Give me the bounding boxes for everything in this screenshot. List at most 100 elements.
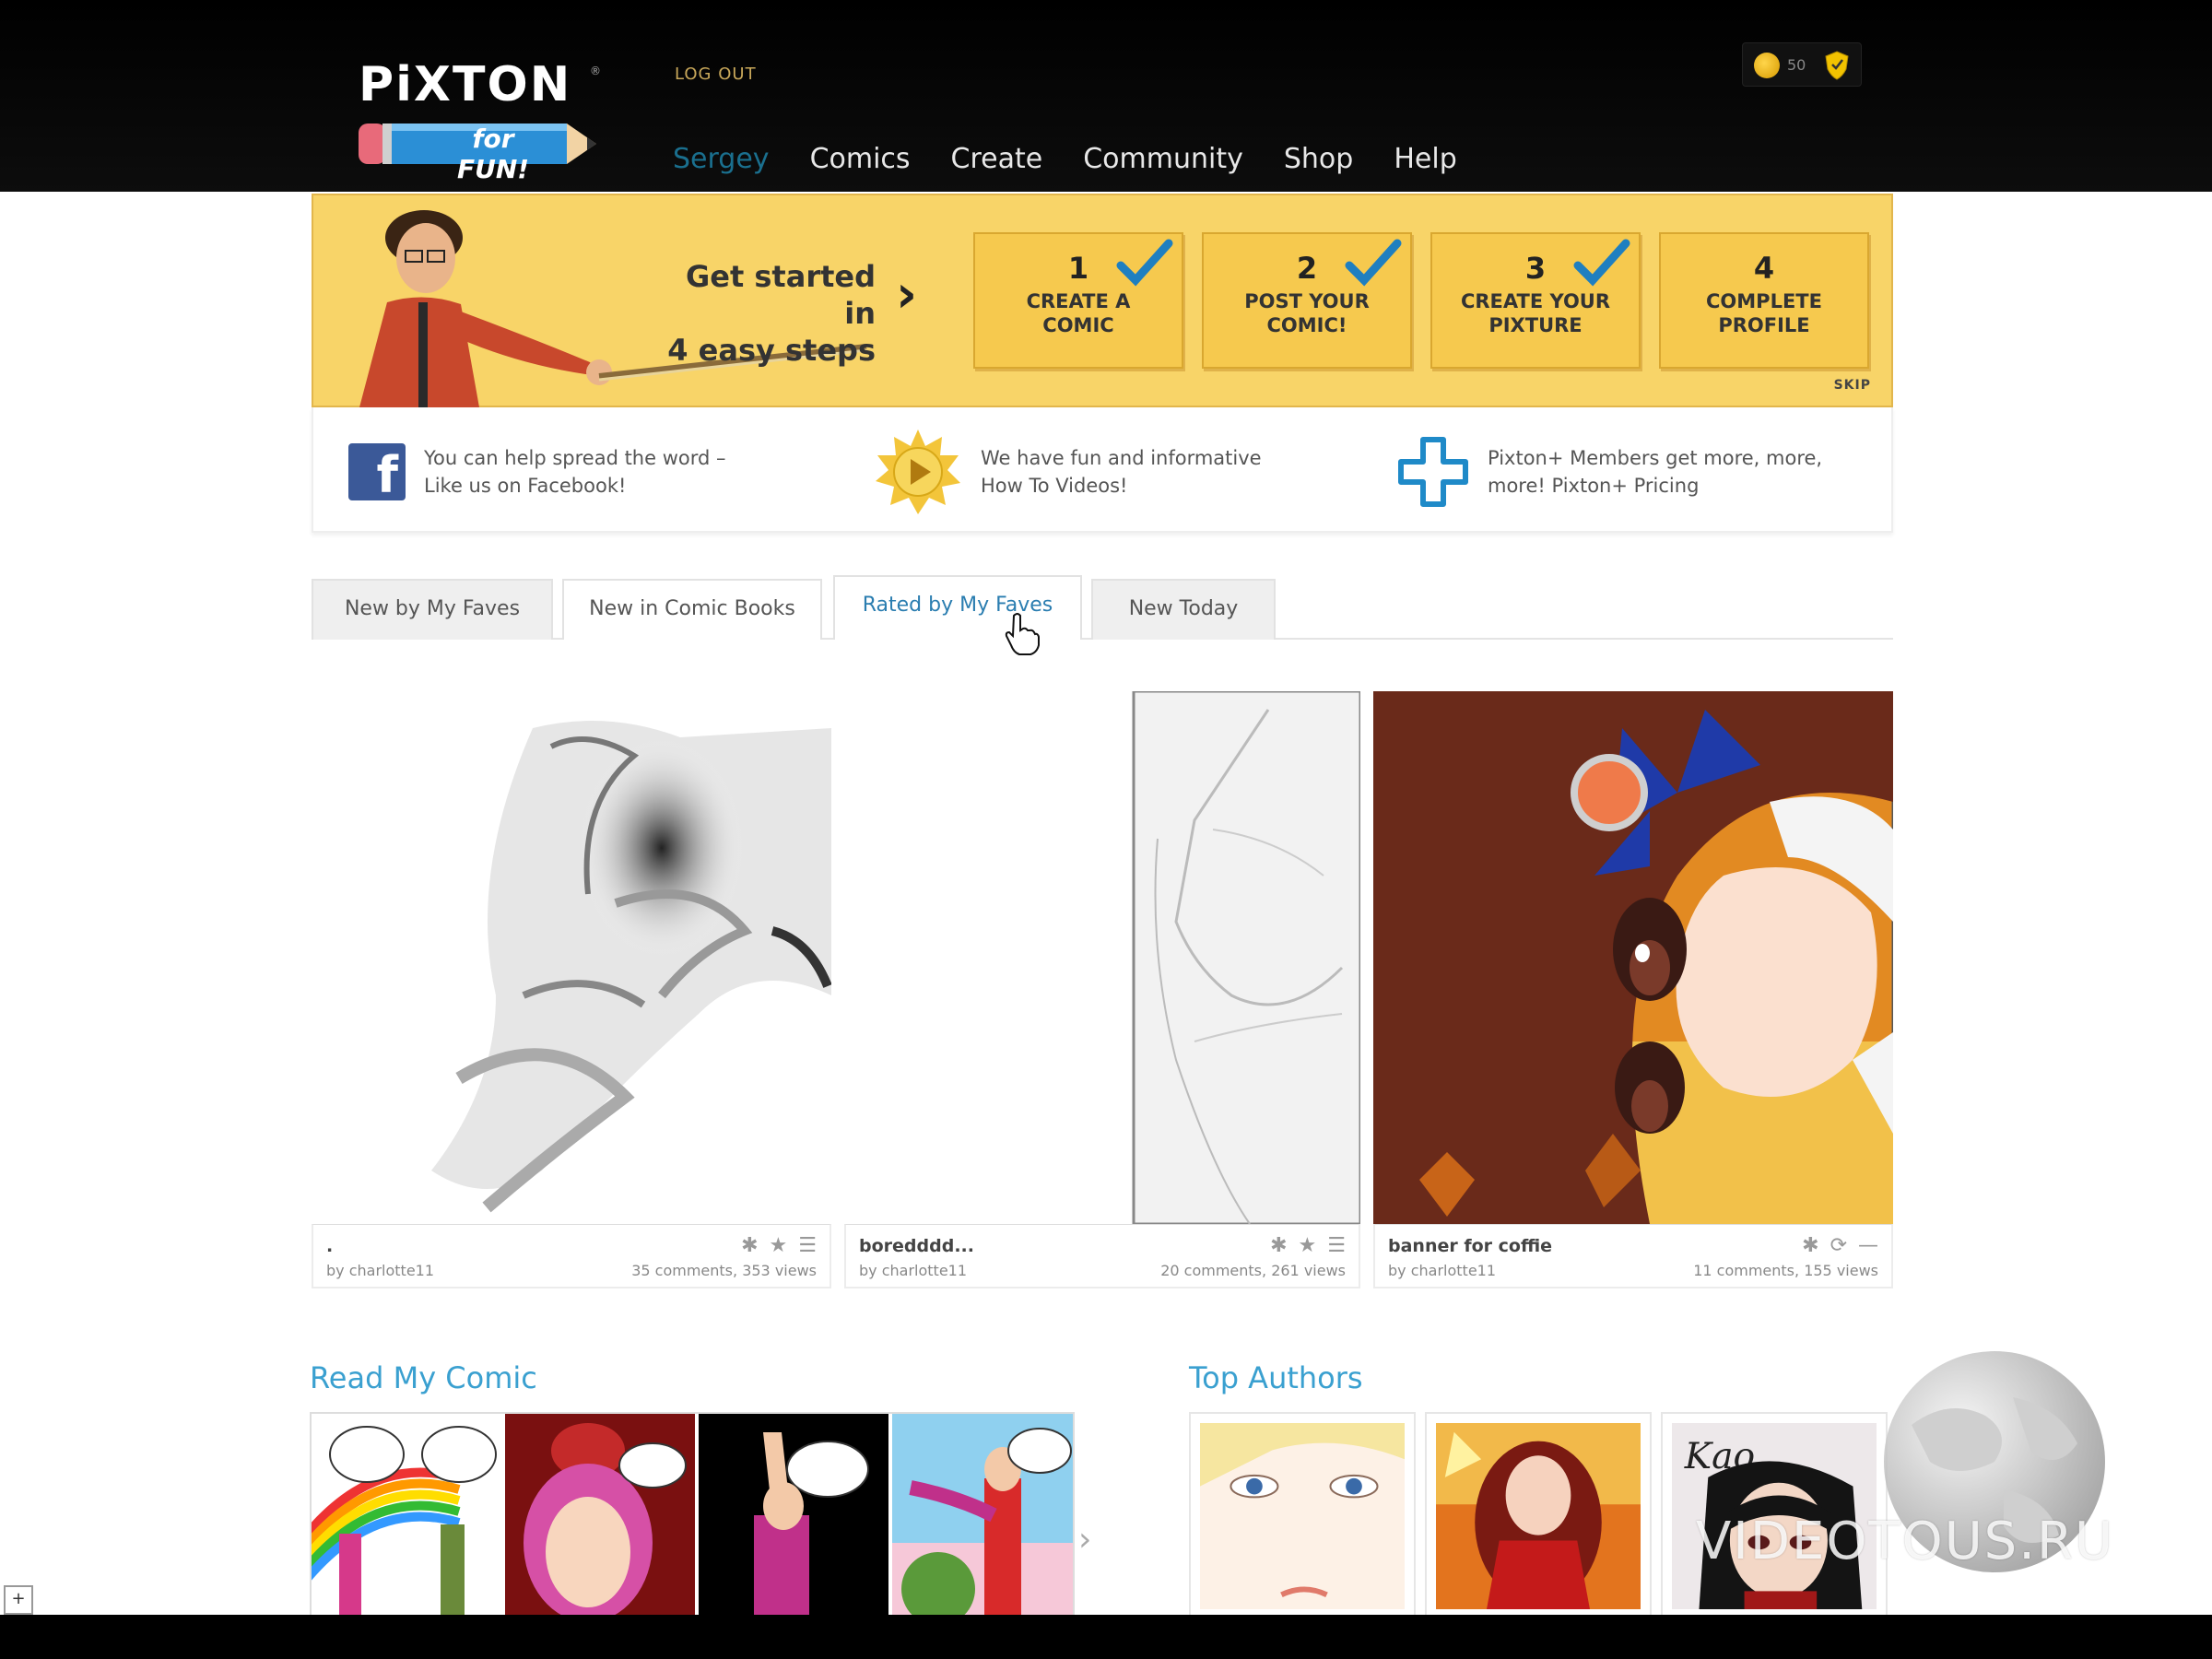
tab-new-today[interactable]: New Today [1091, 579, 1276, 640]
videos-promo[interactable]: We have fun and informative How To Video… [874, 429, 1262, 514]
steps-heading-line1: Get started in [685, 259, 876, 331]
nav-item-create[interactable]: Create [951, 143, 1043, 175]
top-author-card[interactable] [1425, 1412, 1652, 1620]
comic-stats: 11 comments, 155 views [1693, 1262, 1878, 1279]
comic-actions: ✱ ⟳ — [1802, 1234, 1878, 1257]
videos-promo-line1: We have fun and informative [981, 447, 1262, 469]
nav-item-community[interactable]: Community [1083, 143, 1243, 175]
facebook-promo[interactable]: f You can help spread the word – Like us… [348, 435, 726, 509]
points-count: 50 [1787, 56, 1806, 74]
feed-tabs: New by My Faves New in Comic Books Rated… [312, 575, 1893, 640]
chevron-right-icon: › [896, 265, 918, 324]
chevron-right-icon[interactable]: › [1078, 1521, 1091, 1559]
step-label: POST YOUR COMIC! [1204, 289, 1410, 337]
comic-thumbnail [844, 691, 1360, 1224]
step-label: COMPLETE PROFILE [1661, 289, 1867, 337]
checkmark-icon [1573, 239, 1630, 287]
step-3-create-pixture[interactable]: 3 CREATE YOUR PIXTURE [1430, 232, 1641, 369]
comic-actions: ✱ ★ ☰ [1270, 1234, 1346, 1257]
comic-actions: ✱ ★ ☰ [741, 1234, 817, 1257]
logout-link[interactable]: LOG OUT [675, 65, 757, 84]
tab-new-by-my-faves[interactable]: New by My Faves [312, 579, 553, 640]
favorite-star-icon[interactable]: ★ [770, 1234, 788, 1257]
comic-stats: 35 comments, 353 views [631, 1262, 817, 1279]
featured-comic-card[interactable]: . by charlotte11 ✱ ★ ☰ 35 comments, 353 … [312, 691, 831, 1288]
main-nav: Sergey Comics Create Community Shop Help [673, 143, 1457, 175]
minus-icon[interactable]: — [1858, 1234, 1878, 1257]
top-author-card[interactable] [1189, 1412, 1416, 1620]
step-label-line2: PROFILE [1718, 314, 1810, 336]
step-label-line2: PIXTURE [1488, 314, 1583, 336]
pixton-plus-promo-line2: more! Pixton+ Pricing [1488, 475, 1700, 497]
read-my-comic-heading[interactable]: Read My Comic [310, 1360, 537, 1395]
comic-meta: banner for coffie by charlotte11 ✱ ⟳ — 1… [1373, 1224, 1893, 1288]
shield-icon [1825, 51, 1849, 80]
tab-new-in-comic-books[interactable]: New in Comic Books [562, 579, 822, 640]
comic-thumbnail [312, 691, 831, 1224]
step-label: CREATE A COMIC [975, 289, 1182, 337]
step-1-create-comic[interactable]: 1 CREATE A COMIC [973, 232, 1183, 369]
top-authors-heading[interactable]: Top Authors [1189, 1360, 1363, 1395]
facebook-promo-text: You can help spread the word – Like us o… [424, 444, 726, 500]
points-widget[interactable]: 50 [1742, 42, 1862, 87]
nav-item-comics[interactable]: Comics [810, 143, 911, 175]
step-4-complete-profile[interactable]: 4 COMPLETE PROFILE [1659, 232, 1869, 369]
list-icon[interactable]: ☰ [798, 1234, 817, 1257]
pixton-plus-promo-text: Pixton+ Members get more, more, more! Pi… [1488, 444, 1822, 500]
favorite-star-icon[interactable]: ★ [1299, 1234, 1317, 1257]
comic-title[interactable]: banner for coffie [1388, 1236, 1552, 1256]
coin-icon [1754, 53, 1780, 78]
comic-author[interactable]: by charlotte11 [326, 1262, 434, 1279]
steps-heading: Get started in 4 easy steps [654, 258, 876, 369]
author-avatar [1436, 1423, 1641, 1609]
featured-comic-card[interactable]: boredddd... by charlotte11 ✱ ★ ☰ 20 comm… [844, 691, 1360, 1288]
top-header: PiXTON ® for FUN! LOG OUT Sergey Comics … [0, 0, 2212, 192]
pixton-logo[interactable]: PiXTON ® for FUN! [355, 57, 604, 184]
nav-item-shop[interactable]: Shop [1284, 143, 1353, 175]
tab-rated-by-my-faves[interactable]: Rated by My Faves [833, 575, 1082, 640]
comic-author[interactable]: by charlotte11 [859, 1262, 967, 1279]
plus-icon [1398, 437, 1468, 507]
bottom-letterbox-bar [0, 1615, 2212, 1659]
comic-meta: boredddd... by charlotte11 ✱ ★ ☰ 20 comm… [844, 1224, 1360, 1288]
comic-strip-panels [312, 1414, 1073, 1618]
pixton-plus-promo[interactable]: Pixton+ Members get more, more, more! Pi… [1397, 435, 1822, 509]
step-2-post-comic[interactable]: 2 POST YOUR COMIC! [1202, 232, 1412, 369]
comic-strip-preview[interactable] [310, 1412, 1075, 1620]
facebook-promo-line2: Like us on Facebook! [424, 475, 627, 497]
star-outline-icon[interactable]: ✱ [1270, 1234, 1287, 1257]
comic-author[interactable]: by charlotte11 [1388, 1262, 1496, 1279]
star-outline-icon[interactable]: ✱ [741, 1234, 758, 1257]
promo-info-row: f You can help spread the word – Like us… [312, 407, 1893, 533]
featured-comic-card[interactable]: banner for coffie by charlotte11 ✱ ⟳ — 1… [1373, 691, 1893, 1288]
hand-cursor-icon [1005, 613, 1040, 655]
nav-item-help[interactable]: Help [1394, 143, 1456, 175]
play-video-icon [876, 429, 960, 514]
steps-heading-line2: 4 easy steps [667, 333, 876, 368]
skip-link[interactable]: SKIP [1834, 378, 1871, 393]
list-icon[interactable]: ☰ [1327, 1234, 1346, 1257]
comic-title[interactable]: . [326, 1236, 333, 1256]
checkmark-icon [1116, 239, 1173, 287]
step-label-line2: COMIC [1042, 314, 1114, 336]
step-number: 4 [1753, 251, 1775, 286]
comic-meta: . by charlotte11 ✱ ★ ☰ 35 comments, 353 … [312, 1224, 831, 1288]
refresh-icon[interactable]: ⟳ [1830, 1234, 1847, 1257]
logo-subtitle: for FUN! [456, 124, 530, 184]
site-watermark: VIDEOTOUS.RU [1696, 1512, 2114, 1571]
step-label-line1: COMPLETE [1706, 290, 1822, 312]
step-label-line1: CREATE YOUR [1460, 290, 1611, 312]
pixton-plus-promo-line1: Pixton+ Members get more, more, [1488, 447, 1823, 469]
nav-item-profile[interactable]: Sergey [673, 143, 770, 175]
comic-thumbnail [1373, 691, 1893, 1224]
step-label-line2: COMIC! [1266, 314, 1347, 336]
expand-corner-icon[interactable]: + [4, 1585, 33, 1615]
step-label: CREATE YOUR PIXTURE [1432, 289, 1639, 337]
videos-promo-line2: How To Videos! [981, 475, 1128, 497]
author-avatar [1200, 1423, 1405, 1609]
facebook-icon: f [348, 443, 406, 500]
comic-stats: 20 comments, 261 views [1160, 1262, 1346, 1279]
step-label-line1: POST YOUR [1244, 290, 1370, 312]
star-outline-icon[interactable]: ✱ [1802, 1234, 1818, 1257]
comic-title[interactable]: boredddd... [859, 1236, 974, 1256]
